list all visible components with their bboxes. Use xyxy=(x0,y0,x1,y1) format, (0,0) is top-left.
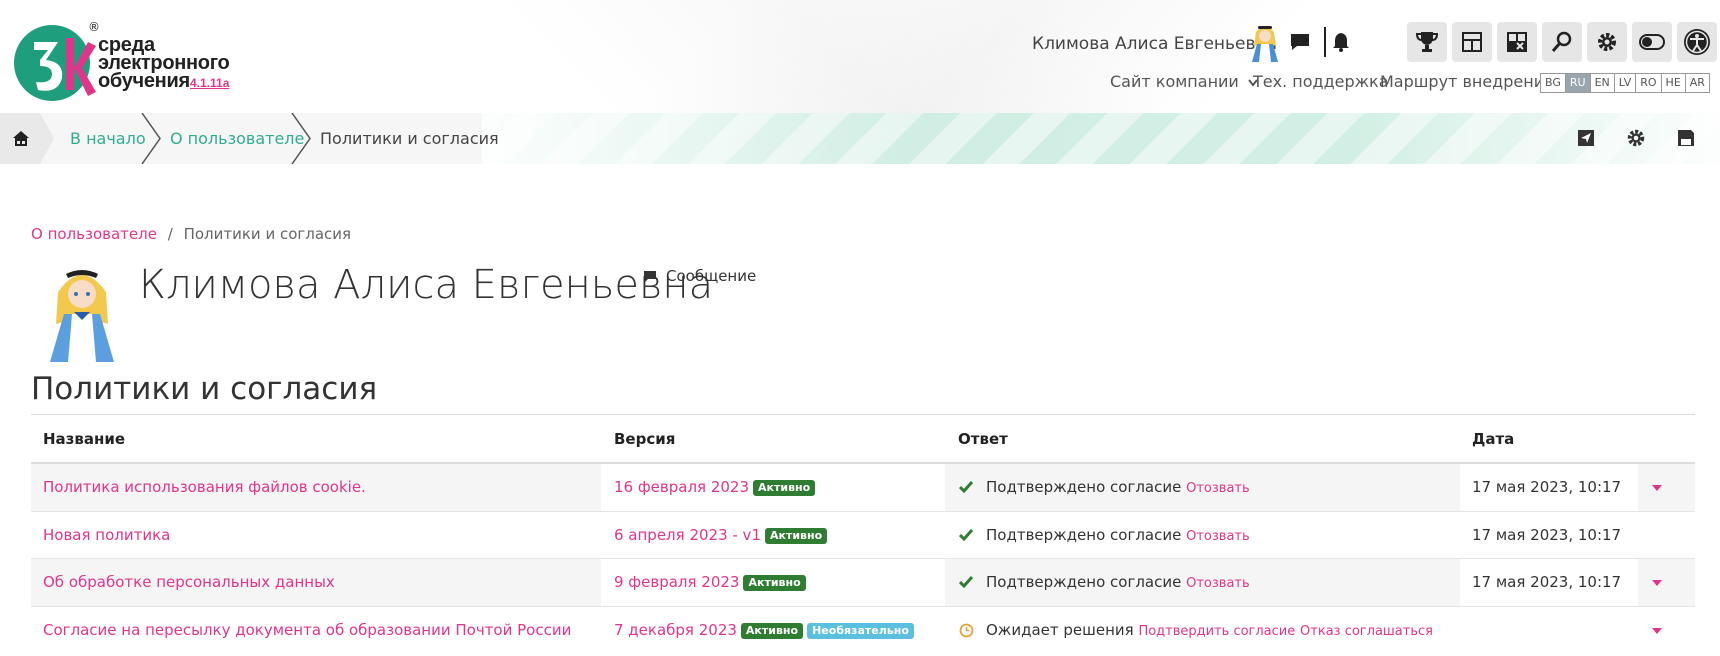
policy-name-link[interactable]: Согласие на пересылку документа об образ… xyxy=(43,621,571,639)
response-date: 17 мая 2023, 10:17 xyxy=(1472,573,1622,591)
profile-name: Климова Алиса Евгеньевна xyxy=(139,262,714,308)
breadcrumb-home-link[interactable]: В начало xyxy=(70,129,146,148)
home-icon xyxy=(13,131,29,146)
policy-version-link[interactable]: 7 декабря 2023 Активно Необязательно xyxy=(614,621,914,639)
response-status: Подтверждено согласие Отозвать xyxy=(986,526,1250,544)
row-expand-caret-icon[interactable] xyxy=(1652,485,1662,491)
header-avatar[interactable] xyxy=(1248,22,1282,64)
theme-toggle-button[interactable] xyxy=(1632,22,1672,62)
blocks-editor-button[interactable] xyxy=(1497,22,1537,62)
send-icon[interactable] xyxy=(1574,126,1598,150)
check-icon xyxy=(959,481,973,493)
policy-version-link[interactable]: 16 февраля 2023 Активно xyxy=(614,478,816,496)
lang-en[interactable]: EN xyxy=(1590,74,1615,92)
check-icon xyxy=(959,576,973,588)
response-status: Подтверждено согласие Отозвать xyxy=(986,478,1250,496)
policy-version-link[interactable]: 9 февраля 2023 Активно xyxy=(614,573,806,591)
layout-grid-icon xyxy=(1462,32,1482,52)
nav-company-site[interactable]: Сайт компании xyxy=(1110,72,1258,91)
nav-implementation-route[interactable]: Маршрут внедрения xyxy=(1380,72,1554,91)
header-user-name[interactable]: Климова Алиса Евгеньевна xyxy=(1032,34,1277,54)
response-status: Подтверждено согласие Отозвать xyxy=(986,573,1250,591)
col-header-version[interactable]: Версия xyxy=(614,430,675,448)
policy-version-link[interactable]: 6 апреля 2023 - v1 Активно xyxy=(614,526,828,544)
nav-tech-support[interactable]: Тех. поддержка xyxy=(1253,72,1389,91)
search-icon xyxy=(1551,31,1572,52)
col-header-response[interactable]: Ответ xyxy=(958,430,1008,448)
policy-name-link[interactable]: Об обработке персональных данных xyxy=(43,573,335,591)
section-title: Политики и согласия xyxy=(31,371,378,407)
breadcrumb-chevron-icon xyxy=(291,113,311,164)
page-settings-gear-icon[interactable] xyxy=(1624,126,1648,150)
row-expand-caret-icon[interactable] xyxy=(1652,628,1662,634)
profile-avatar[interactable] xyxy=(44,262,120,364)
achievements-trophy-button[interactable] xyxy=(1407,22,1447,62)
dashboard-layout-button[interactable] xyxy=(1452,22,1492,62)
check-icon xyxy=(959,529,973,541)
status-badge: Активно xyxy=(743,575,806,591)
search-button[interactable] xyxy=(1542,22,1582,62)
registered-mark: ® xyxy=(88,20,100,34)
messages-icon[interactable] xyxy=(1285,27,1315,57)
section-divider xyxy=(31,414,1695,415)
breadcrumb-user-link[interactable]: О пользователе xyxy=(170,129,304,148)
breadcrumb-current: Политики и согласия xyxy=(320,129,499,148)
status-badge: Активно xyxy=(753,480,816,496)
lang-he[interactable]: HE xyxy=(1661,74,1686,92)
blocks-icon xyxy=(1507,32,1527,52)
response-date: 17 мая 2023, 10:17 xyxy=(1472,478,1622,496)
notifications-bell-icon[interactable] xyxy=(1326,27,1356,57)
language-switcher: BG RU EN LV RO HE AR xyxy=(1540,73,1710,93)
breadcrumb-chevron-icon xyxy=(141,113,161,164)
clock-icon xyxy=(959,623,974,638)
row-expand-caret-icon[interactable] xyxy=(1652,580,1662,586)
status-badge: Активно xyxy=(740,623,804,639)
decline-consent-link[interactable]: Отказ соглашаться xyxy=(1300,624,1433,639)
header-decoration xyxy=(482,113,1720,164)
breadcrumb-home-arrow xyxy=(40,113,54,164)
message-icon xyxy=(644,270,656,282)
revoke-link[interactable]: Отозвать xyxy=(1186,529,1250,544)
revoke-link[interactable]: Отозвать xyxy=(1186,481,1250,496)
lang-ru[interactable]: RU xyxy=(1565,74,1591,92)
message-label: Сообщение xyxy=(666,267,757,285)
trophy-icon xyxy=(1415,32,1439,52)
lang-ro[interactable]: RO xyxy=(1636,74,1662,92)
send-message-button[interactable]: Сообщение xyxy=(644,267,756,285)
settings-button[interactable] xyxy=(1587,22,1627,62)
col-header-name[interactable]: Название xyxy=(43,430,125,448)
toggle-icon xyxy=(1639,34,1665,50)
lang-bg[interactable]: BG xyxy=(1541,74,1566,92)
brand-version[interactable]: 4.1.11a xyxy=(190,76,229,90)
table-row xyxy=(31,511,1695,559)
policy-name-link[interactable]: Политика использования файлов cookie. xyxy=(43,478,366,496)
lang-ar[interactable]: AR xyxy=(1685,74,1709,92)
optional-badge: Необязательно xyxy=(807,623,914,639)
revoke-link[interactable]: Отозвать xyxy=(1186,576,1250,591)
response-date: 17 мая 2023, 10:17 xyxy=(1472,526,1622,544)
accessibility-button[interactable] xyxy=(1677,22,1717,62)
lang-lv[interactable]: LV xyxy=(1614,74,1637,92)
path-current: Политики и согласия xyxy=(183,225,352,243)
save-icon[interactable] xyxy=(1674,126,1698,150)
page-breadcrumb: О пользователе / Политики и согласия xyxy=(31,225,352,243)
status-badge: Активно xyxy=(764,528,828,544)
accessibility-icon xyxy=(1684,29,1710,55)
path-user-link[interactable]: О пользователе xyxy=(31,225,157,243)
response-status: Ожидает решения Подтвердить согласие Отк… xyxy=(986,621,1433,639)
col-header-date[interactable]: Дата xyxy=(1472,430,1514,448)
gear-icon xyxy=(1598,33,1616,51)
policy-name-link[interactable]: Новая политика xyxy=(43,526,170,544)
confirm-consent-link[interactable]: Подтвердить согласие xyxy=(1138,624,1295,639)
